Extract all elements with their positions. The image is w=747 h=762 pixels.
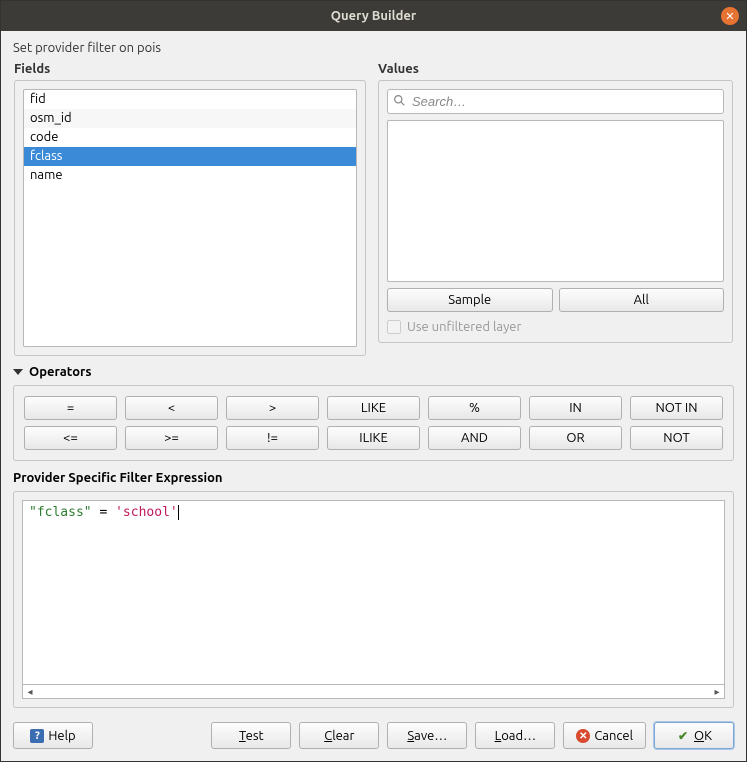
values-buttons: Sample All	[387, 288, 724, 312]
unfiltered-checkbox-row[interactable]: Use unfiltered layer	[387, 320, 724, 334]
operator-button[interactable]: !=	[226, 426, 319, 450]
operator-button[interactable]: ILIKE	[327, 426, 420, 450]
operator-button[interactable]: =	[24, 396, 117, 420]
scroll-right-icon[interactable]: ▸	[711, 686, 723, 698]
dialog-content: Set provider filter on pois Fields fidos…	[1, 31, 746, 761]
field-item[interactable]: osm_id	[24, 109, 356, 128]
operators-label: Operators	[29, 365, 92, 379]
save-button[interactable]: Save…	[387, 722, 467, 749]
top-row: Fields fidosm_idcodefclassname Values Sa…	[13, 61, 734, 357]
operators-section: Operators = < > LIKE% IN NOT IN <= >= != ILIKE AN…	[13, 365, 734, 461]
operators-header[interactable]: Operators	[13, 365, 734, 379]
expression-panel: "fclass" = 'school' ◂ ▸	[13, 491, 734, 708]
field-item[interactable]: code	[24, 128, 356, 147]
operator-button[interactable]: >=	[125, 426, 218, 450]
subtitle: Set provider filter on pois	[13, 41, 734, 55]
ok-icon: ✔	[676, 729, 690, 743]
fields-listbox[interactable]: fidosm_idcodefclassname	[23, 89, 357, 347]
search-wrap	[387, 89, 724, 114]
titlebar: Query Builder ✕	[1, 1, 746, 31]
values-panel: Sample All Use unfiltered layer	[378, 80, 733, 343]
operator-row-2: <= >= != ILIKE AND OR NOT	[24, 426, 723, 450]
operators-panel: = < > LIKE% IN NOT IN <= >= != ILIKE AND OR NOT	[13, 385, 734, 461]
operator-button[interactable]: OR	[529, 426, 622, 450]
bottom-button-row: ? Help Test Clear Save… Load… ✕ Cancel ✔…	[13, 722, 734, 749]
help-button-label: Help	[48, 729, 75, 743]
all-button[interactable]: All	[559, 288, 725, 312]
unfiltered-label: Use unfiltered layer	[407, 320, 521, 334]
horizontal-scrollbar[interactable]: ◂ ▸	[22, 685, 725, 699]
operator-button[interactable]: AND	[428, 426, 521, 450]
clear-button[interactable]: Clear	[299, 722, 379, 749]
field-item[interactable]: fid	[24, 90, 356, 109]
field-item[interactable]: fclass	[24, 147, 356, 166]
operator-button[interactable]: <	[125, 396, 218, 420]
help-button[interactable]: ? Help	[13, 722, 93, 749]
fields-label: Fields	[14, 62, 366, 76]
operator-button[interactable]: NOT	[630, 426, 723, 450]
cancel-icon: ✕	[576, 729, 590, 743]
load-button[interactable]: Load…	[475, 722, 555, 749]
scroll-left-icon[interactable]: ◂	[24, 686, 36, 698]
operator-button[interactable]: NOT IN	[630, 396, 723, 420]
operator-row-1: = < > LIKE% IN NOT IN	[24, 396, 723, 420]
chevron-down-icon	[13, 369, 23, 375]
values-listbox[interactable]	[387, 120, 724, 282]
values-group: Values Sample All Use unfiltered layer	[377, 61, 734, 357]
operator-button[interactable]: >	[226, 396, 319, 420]
fields-panel: fidosm_idcodefclassname	[14, 80, 366, 356]
cancel-button[interactable]: ✕ Cancel	[563, 722, 646, 749]
search-input[interactable]	[387, 89, 724, 114]
help-icon: ?	[30, 729, 44, 743]
close-button[interactable]: ✕	[721, 7, 739, 25]
cancel-button-label: Cancel	[594, 729, 633, 743]
sample-button[interactable]: Sample	[387, 288, 553, 312]
field-item[interactable]: name	[24, 166, 356, 185]
operator-button[interactable]: LIKE	[327, 396, 420, 420]
close-icon: ✕	[725, 10, 734, 23]
fields-group: Fields fidosm_idcodefclassname	[13, 61, 367, 357]
operator-button[interactable]: IN	[529, 396, 622, 420]
window-title: Query Builder	[9, 9, 738, 23]
test-button[interactable]: Test	[211, 722, 291, 749]
values-label: Values	[378, 62, 733, 76]
ok-button[interactable]: ✔ OK	[654, 722, 734, 749]
expression-textarea[interactable]: "fclass" = 'school'	[22, 500, 725, 685]
operator-button[interactable]: <=	[24, 426, 117, 450]
operator-button[interactable]: %	[428, 396, 521, 420]
unfiltered-checkbox[interactable]	[387, 320, 401, 334]
expression-label: Provider Specific Filter Expression	[13, 471, 734, 485]
